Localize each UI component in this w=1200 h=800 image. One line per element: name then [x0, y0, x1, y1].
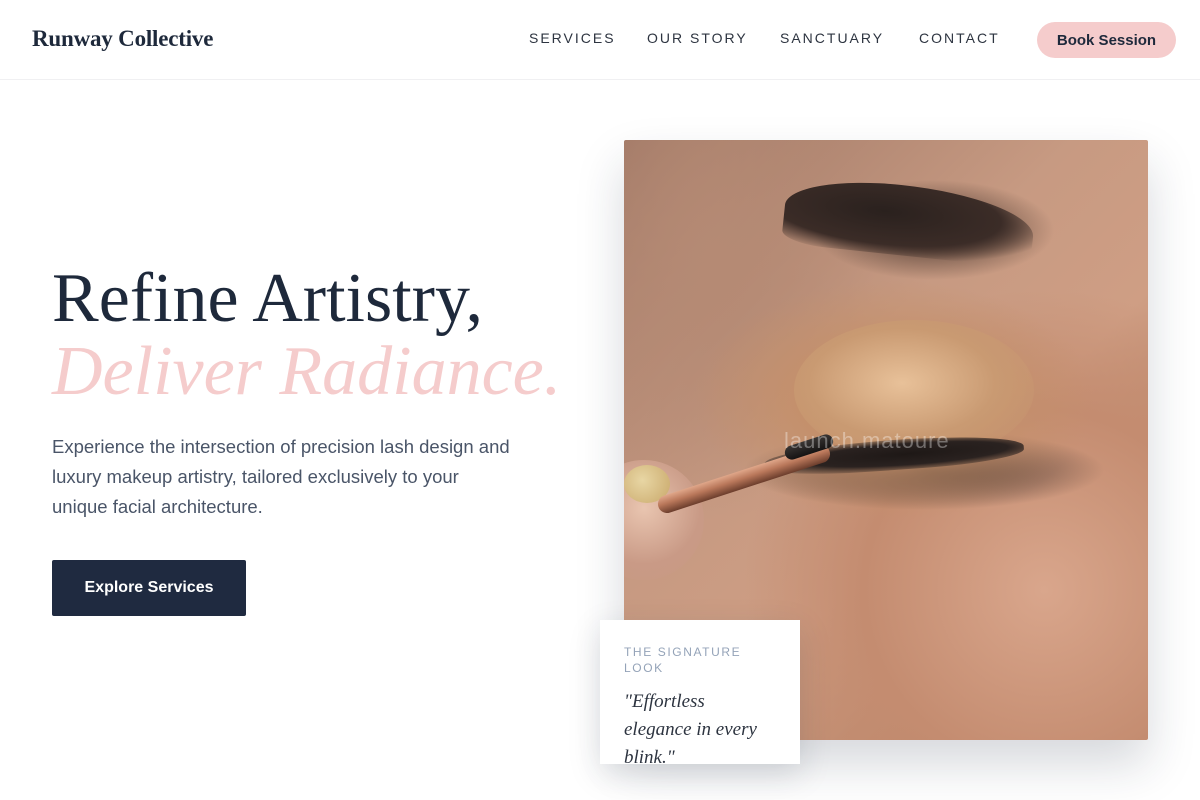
book-session-button[interactable]: Book Session — [1037, 22, 1176, 58]
nav-link-services[interactable]: SERVICES — [529, 30, 616, 46]
nav-link-our-story[interactable]: OUR STORY — [647, 30, 748, 46]
hero-title: Refine Artistry, — [52, 260, 483, 337]
explore-services-button[interactable]: Explore Services — [52, 560, 246, 616]
nav-link-sanctuary[interactable]: SANCTUARY — [780, 30, 884, 46]
nav-link-contact[interactable]: CONTACT — [919, 30, 1000, 46]
eyebrow-shape — [781, 173, 1037, 269]
site-header: Runway Collective SERVICES OUR STORY SAN… — [0, 0, 1200, 80]
signature-quote: "Effortless elegance in every blink." — [624, 691, 757, 768]
hero-description: Experience the intersection of precision… — [52, 436, 510, 517]
hero-title-accent: Deliver Radiance. — [52, 333, 562, 410]
signature-label: THE SIGNATURE LOOK — [624, 645, 742, 675]
signature-look-card: THE SIGNATURE LOOK "Effortless elegance … — [600, 620, 800, 768]
landing-page: Runway Collective SERVICES OUR STORY SAN… — [0, 0, 1200, 800]
image-watermark: launch.matoure — [784, 428, 950, 453]
brand-logo[interactable]: Runway Collective — [32, 26, 213, 52]
